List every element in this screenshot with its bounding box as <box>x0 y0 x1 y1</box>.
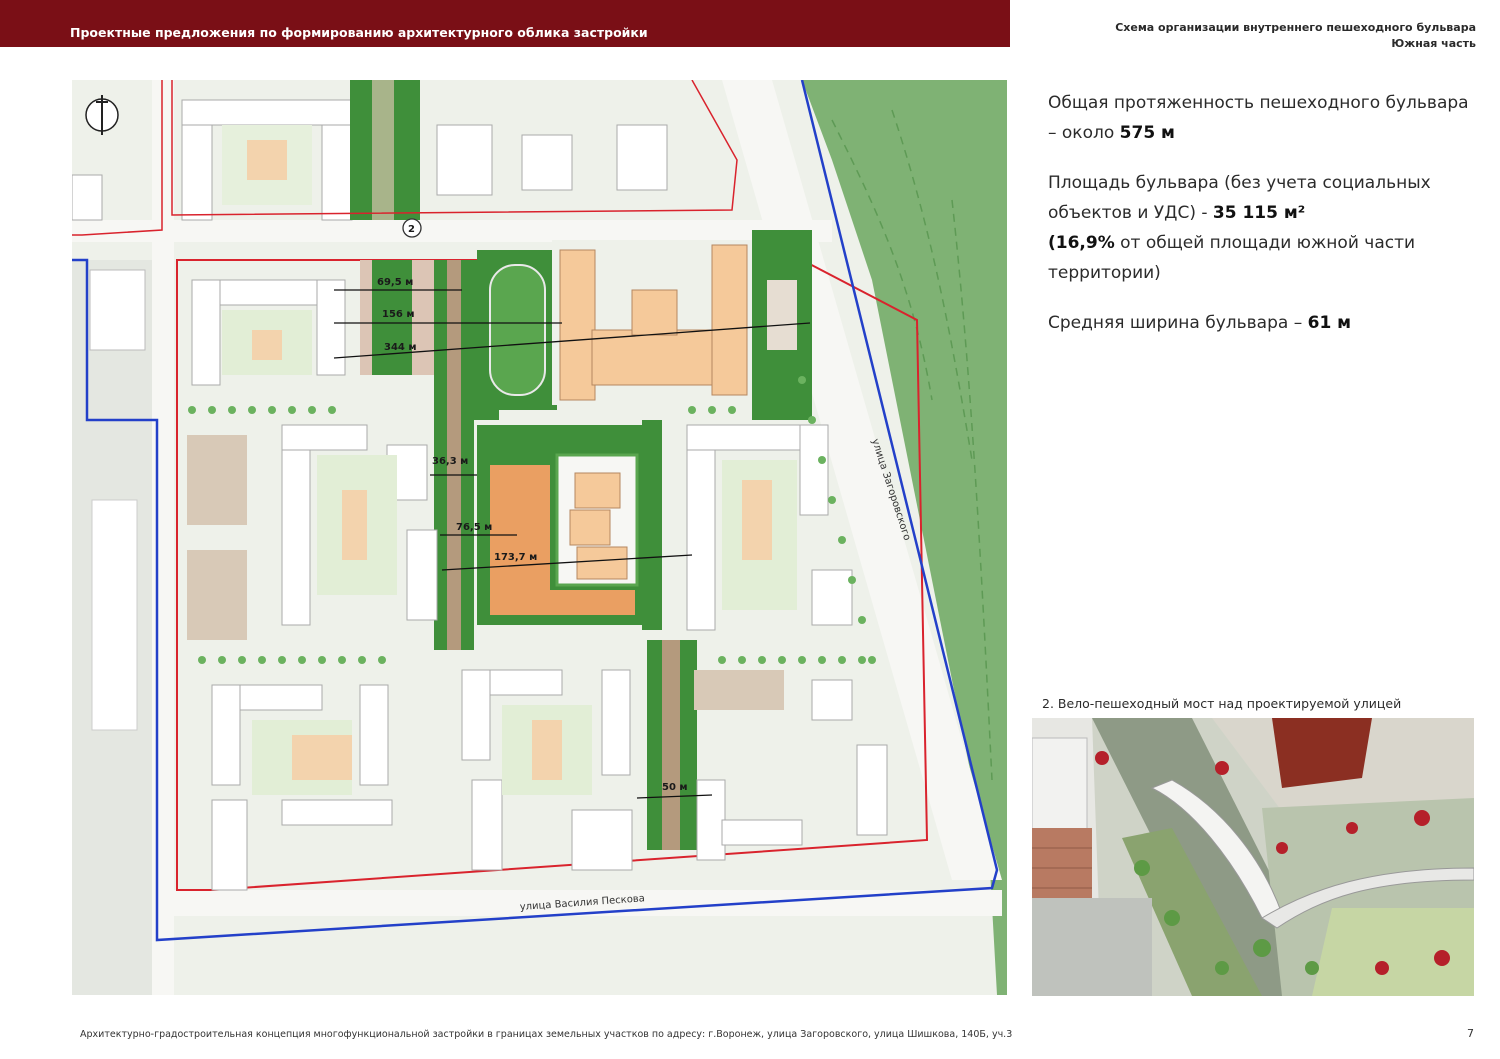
dimension-label: 36,3 м <box>432 456 468 467</box>
dimension-label: 173,7 м <box>494 552 537 563</box>
scheme-title-line2: Южная часть <box>1391 37 1476 50</box>
dimension-label: 344 м <box>384 342 417 353</box>
scheme-title-line1: Схема организации внутреннего пешеходног… <box>1115 21 1476 34</box>
header-title: Проектные предложения по формированию ар… <box>70 25 648 40</box>
dimension-label: 76,5 м <box>456 522 492 533</box>
dimension-label: 50 м <box>662 782 688 793</box>
header-bar: Проектные предложения по формированию ар… <box>0 0 1010 47</box>
stat-width: Средняя ширина бульвара – 61 м <box>1048 313 1352 333</box>
bridge-render <box>1032 718 1474 996</box>
dimension-label: 69,5 м <box>377 277 413 288</box>
master-plan-map: 69,5 м 156 м 344 м 36,3 м 76,5 м 173,7 м… <box>72 80 1007 995</box>
dimension-label: 156 м <box>382 309 415 320</box>
photo-caption: 2. Вело-пешеходный мост над проектируемо… <box>1042 696 1402 711</box>
boulevard-stats: Общая протяженность пешеходного бульвара… <box>1048 88 1478 358</box>
page-number: 7 <box>1467 1027 1474 1040</box>
stat-area: Площадь бульвара (без учета социальных о… <box>1048 173 1431 283</box>
stat-length: Общая протяженность пешеходного бульвара… <box>1048 93 1469 143</box>
bridge-marker-label: 2 <box>408 224 415 235</box>
scheme-title: Схема организации внутреннего пешеходног… <box>1115 20 1476 52</box>
footer-text: Архитектурно-градостроительная концепция… <box>80 1029 1013 1040</box>
